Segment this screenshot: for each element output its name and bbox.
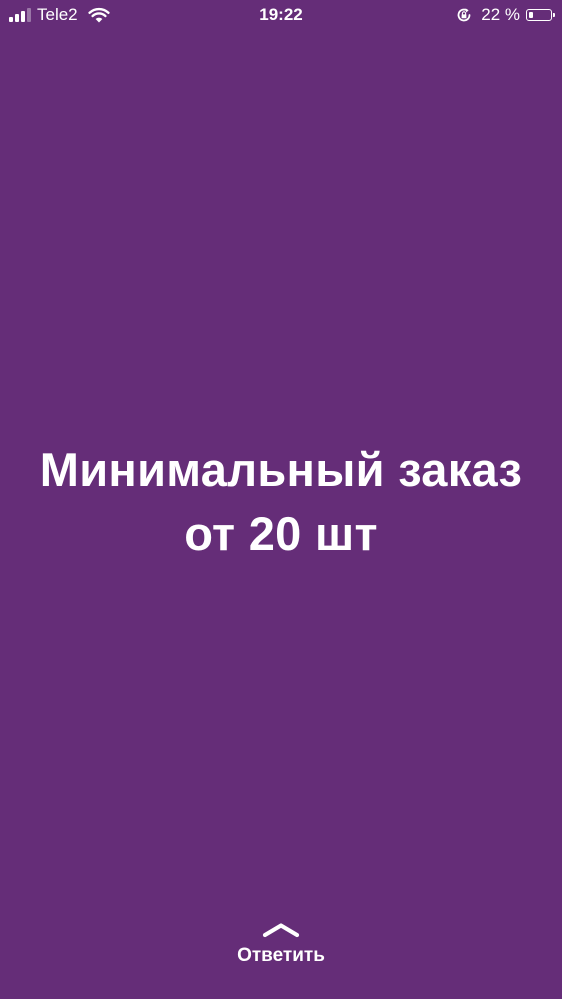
status-right: 22 % [456, 4, 555, 26]
status-bar: Tele2 19:22 22 % [0, 0, 562, 30]
headline-line-1: Минимальный заказ [39, 443, 523, 496]
reply-label[interactable]: Ответить [237, 944, 325, 968]
story-headline: Минимальный заказ от 20 шт [0, 438, 562, 566]
battery-percent: 22 % [481, 5, 520, 24]
battery-icon [526, 9, 555, 21]
chevron-up-icon[interactable] [262, 922, 300, 938]
headline-line-2: от 20 шт [184, 507, 378, 560]
battery-fill [528, 11, 533, 18]
reply-button[interactable]: Ответить [0, 922, 562, 968]
orientation-lock-icon [457, 8, 471, 22]
